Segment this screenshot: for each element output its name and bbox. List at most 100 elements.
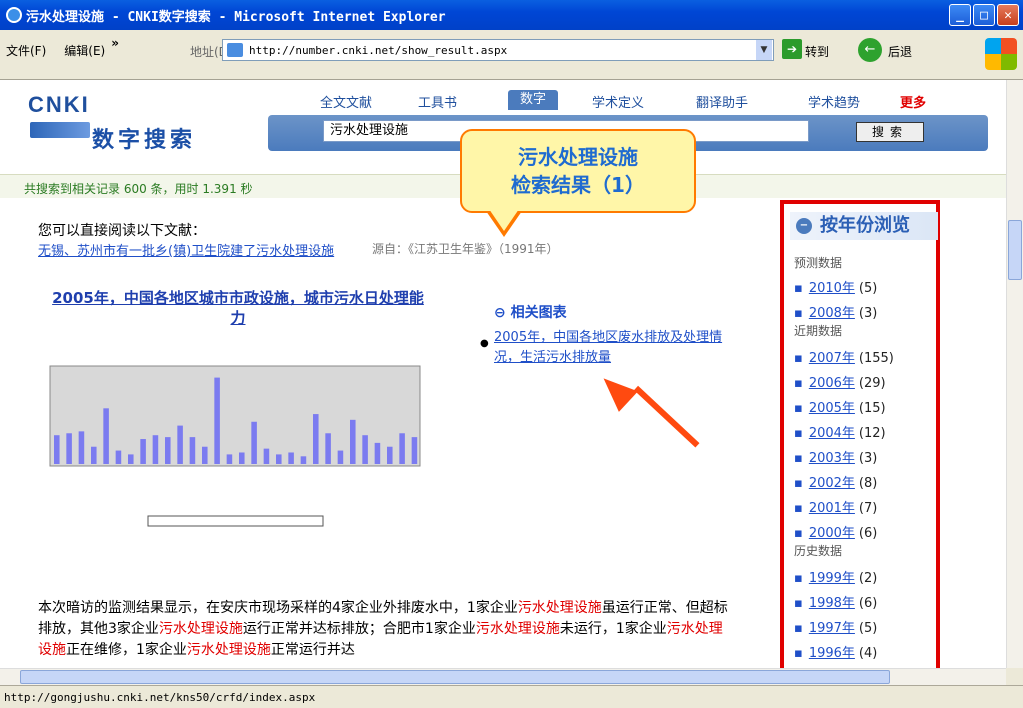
chart-bar	[152, 435, 159, 464]
bullet-icon: ●	[480, 338, 489, 349]
snippet-keyword: 污水处理设施	[186, 642, 271, 658]
snippet-part: 正常运行并达	[270, 642, 355, 658]
year-item[interactable]: ▪ 1997年 (5)	[794, 617, 877, 636]
chart-bar	[288, 452, 294, 464]
year-item[interactable]: ▪ 2010年 (5)	[794, 277, 877, 296]
group-recent: 近期数据	[794, 324, 843, 338]
chart-bar	[239, 452, 245, 464]
menu-bar: 文件(F) 编辑(E) »	[6, 36, 119, 59]
address-dropdown-icon[interactable]: ▼	[756, 40, 772, 60]
snippet-keyword: 污水处理设施	[158, 621, 243, 637]
chart-bar	[115, 450, 122, 464]
ie-icon	[6, 7, 22, 23]
tab-translate[interactable]: 翻译助手	[696, 92, 808, 111]
chart-bar	[214, 377, 220, 464]
menu-file[interactable]: 文件(F)	[6, 42, 46, 59]
callout-line1: 污水处理设施	[518, 145, 638, 169]
chart-bar	[165, 437, 171, 464]
back-arrow-icon[interactable]: ←	[858, 38, 882, 62]
related-heading-text: 相关图表	[510, 305, 567, 321]
chart-bar	[313, 414, 319, 464]
tab-reference[interactable]: 工具书	[418, 92, 508, 111]
vertical-scrollbar[interactable]	[1006, 80, 1023, 668]
menu-edit[interactable]: 编辑(E)	[64, 42, 105, 59]
group-forecast: 预测数据	[794, 256, 843, 270]
year-item[interactable]: ▪ 2008年 (3)	[794, 302, 877, 321]
callout-tail-fill	[489, 209, 519, 231]
tab-trends[interactable]: 学术趋势	[808, 92, 900, 111]
year-item[interactable]: ▪ 1996年 (4)	[794, 642, 877, 661]
page-icon	[227, 43, 243, 57]
chart-bar	[177, 425, 183, 464]
snippet-part: 运行正常并达标排放；合肥市1家企业	[242, 621, 476, 637]
year-item[interactable]: ▪ 2001年 (7)	[794, 497, 877, 516]
chart-bar	[189, 437, 196, 464]
window-title: 污水处理设施 - CNKI数字搜索 - Microsoft Internet E…	[26, 9, 446, 25]
nav-tabs: 全文文献 工具书 数字 学术定义 翻译助手 学术趋势 更多	[320, 90, 940, 111]
go-arrow-icon[interactable]: ➔	[782, 39, 802, 59]
window-titlebar: 污水处理设施 - CNKI数字搜索 - Microsoft Internet E…	[0, 0, 1023, 30]
chart-bar	[128, 454, 134, 464]
close-icon[interactable]: ✕	[997, 4, 1019, 26]
tab-definitions[interactable]: 学术定义	[592, 92, 696, 111]
chart-bar	[202, 446, 208, 464]
tab-fulltext[interactable]: 全文文献	[320, 92, 418, 111]
year-item[interactable]: ▪ 2004年 (12)	[794, 422, 886, 441]
snippet-keyword: 污水处理设施	[475, 621, 560, 637]
chart-bar	[362, 435, 368, 464]
windows-logo-icon	[985, 38, 1017, 70]
year-browse-title: 按年份浏览	[820, 215, 910, 236]
year-item[interactable]: ▪ 2005年 (15)	[794, 397, 886, 416]
chart-bar	[226, 454, 233, 464]
maximize-icon[interactable]: □	[973, 4, 995, 26]
address-value: http://number.cnki.net/show_result.aspx	[249, 43, 508, 57]
year-item[interactable]: ▪ 2003年 (3)	[794, 447, 877, 466]
chart-thumbnail[interactable]	[30, 336, 430, 546]
go-button[interactable]: 转到	[805, 43, 829, 60]
minimize-icon[interactable]: _	[949, 4, 971, 26]
snippet-part: 本次暗访的监测结果显示，在安庆市现场采样的4家企业外排废水中，1家企业	[38, 600, 518, 616]
year-item[interactable]: ▪ 2002年 (8)	[794, 472, 877, 491]
chart-bar	[387, 446, 393, 464]
cnki-logo[interactable]: CNKI	[28, 92, 90, 118]
year-browse-panel: − 按年份浏览 预测数据 ▪ 2010年 (5) ▪ 2008年 (3) 近期数据 ▪ 20…	[780, 200, 940, 668]
horizontal-scrollbar[interactable]	[0, 668, 1006, 685]
chart-bar	[350, 419, 356, 464]
collapse-icon[interactable]: −	[796, 218, 812, 234]
snippet-part: 未运行，1家企业	[559, 621, 667, 637]
chart-bar	[251, 421, 257, 464]
snippet-keyword: 污水处理设施	[517, 600, 602, 616]
year-item[interactable]: ▪ 2000年 (6)	[794, 522, 877, 541]
year-item[interactable]: ▪ 1999年 (2)	[794, 567, 877, 586]
chart-bar	[103, 408, 109, 464]
chart-bar	[337, 450, 344, 464]
related-chart-link[interactable]: 2005年，中国各地区废水排放及处理情况，生活污水排放量	[494, 328, 724, 368]
address-input[interactable]: http://number.cnki.net/show_result.aspx	[222, 39, 774, 61]
annotation-callout: 污水处理设施 检索结果（1）	[460, 129, 696, 213]
horizontal-scroll-thumb[interactable]	[20, 670, 890, 684]
year-item[interactable]: ▪ 2006年 (29)	[794, 372, 886, 391]
status-bar: http://gongjushu.cnki.net/kns50/crfd/ind…	[0, 685, 1023, 708]
chart-bar	[54, 435, 60, 464]
chart-bar	[399, 433, 405, 464]
figure-title-link[interactable]: 2005年，中国各地区城市市政设施，城市污水日处理能力	[48, 288, 428, 328]
back-button[interactable]: 后退	[888, 43, 912, 60]
page-content: CNKI 数字搜索 全文文献 工具书 数字 学术定义 翻译助手 学术趋势 更多 …	[0, 80, 1006, 668]
menu-more[interactable]: »	[111, 36, 119, 59]
year-browse-heading: − 按年份浏览	[790, 212, 938, 240]
logo-subtitle: 数字搜索	[92, 128, 197, 153]
snippet-text: 本次暗访的监测结果显示，在安庆市现场采样的4家企业外排废水中，1家企业污水处理设…	[38, 598, 728, 661]
chart-bar	[91, 446, 97, 464]
first-result-link[interactable]: 无锡、苏州市有一批乡(镇)卫生院建了污水处理设施	[38, 240, 334, 259]
tab-more[interactable]: 更多	[900, 92, 940, 111]
search-button[interactable]: 搜索	[856, 122, 924, 142]
year-item[interactable]: ▪ 2007年 (155)	[794, 347, 894, 366]
intro-text: 您可以直接阅读以下文献：	[38, 223, 206, 239]
tab-numbers[interactable]: 数字	[508, 90, 558, 110]
vertical-scroll-thumb[interactable]	[1008, 220, 1022, 280]
chart-bar	[276, 454, 282, 464]
chart-bar	[78, 431, 85, 464]
logo-decoration	[30, 122, 90, 138]
chart-legend-box	[147, 515, 324, 527]
year-item[interactable]: ▪ 1998年 (6)	[794, 592, 877, 611]
